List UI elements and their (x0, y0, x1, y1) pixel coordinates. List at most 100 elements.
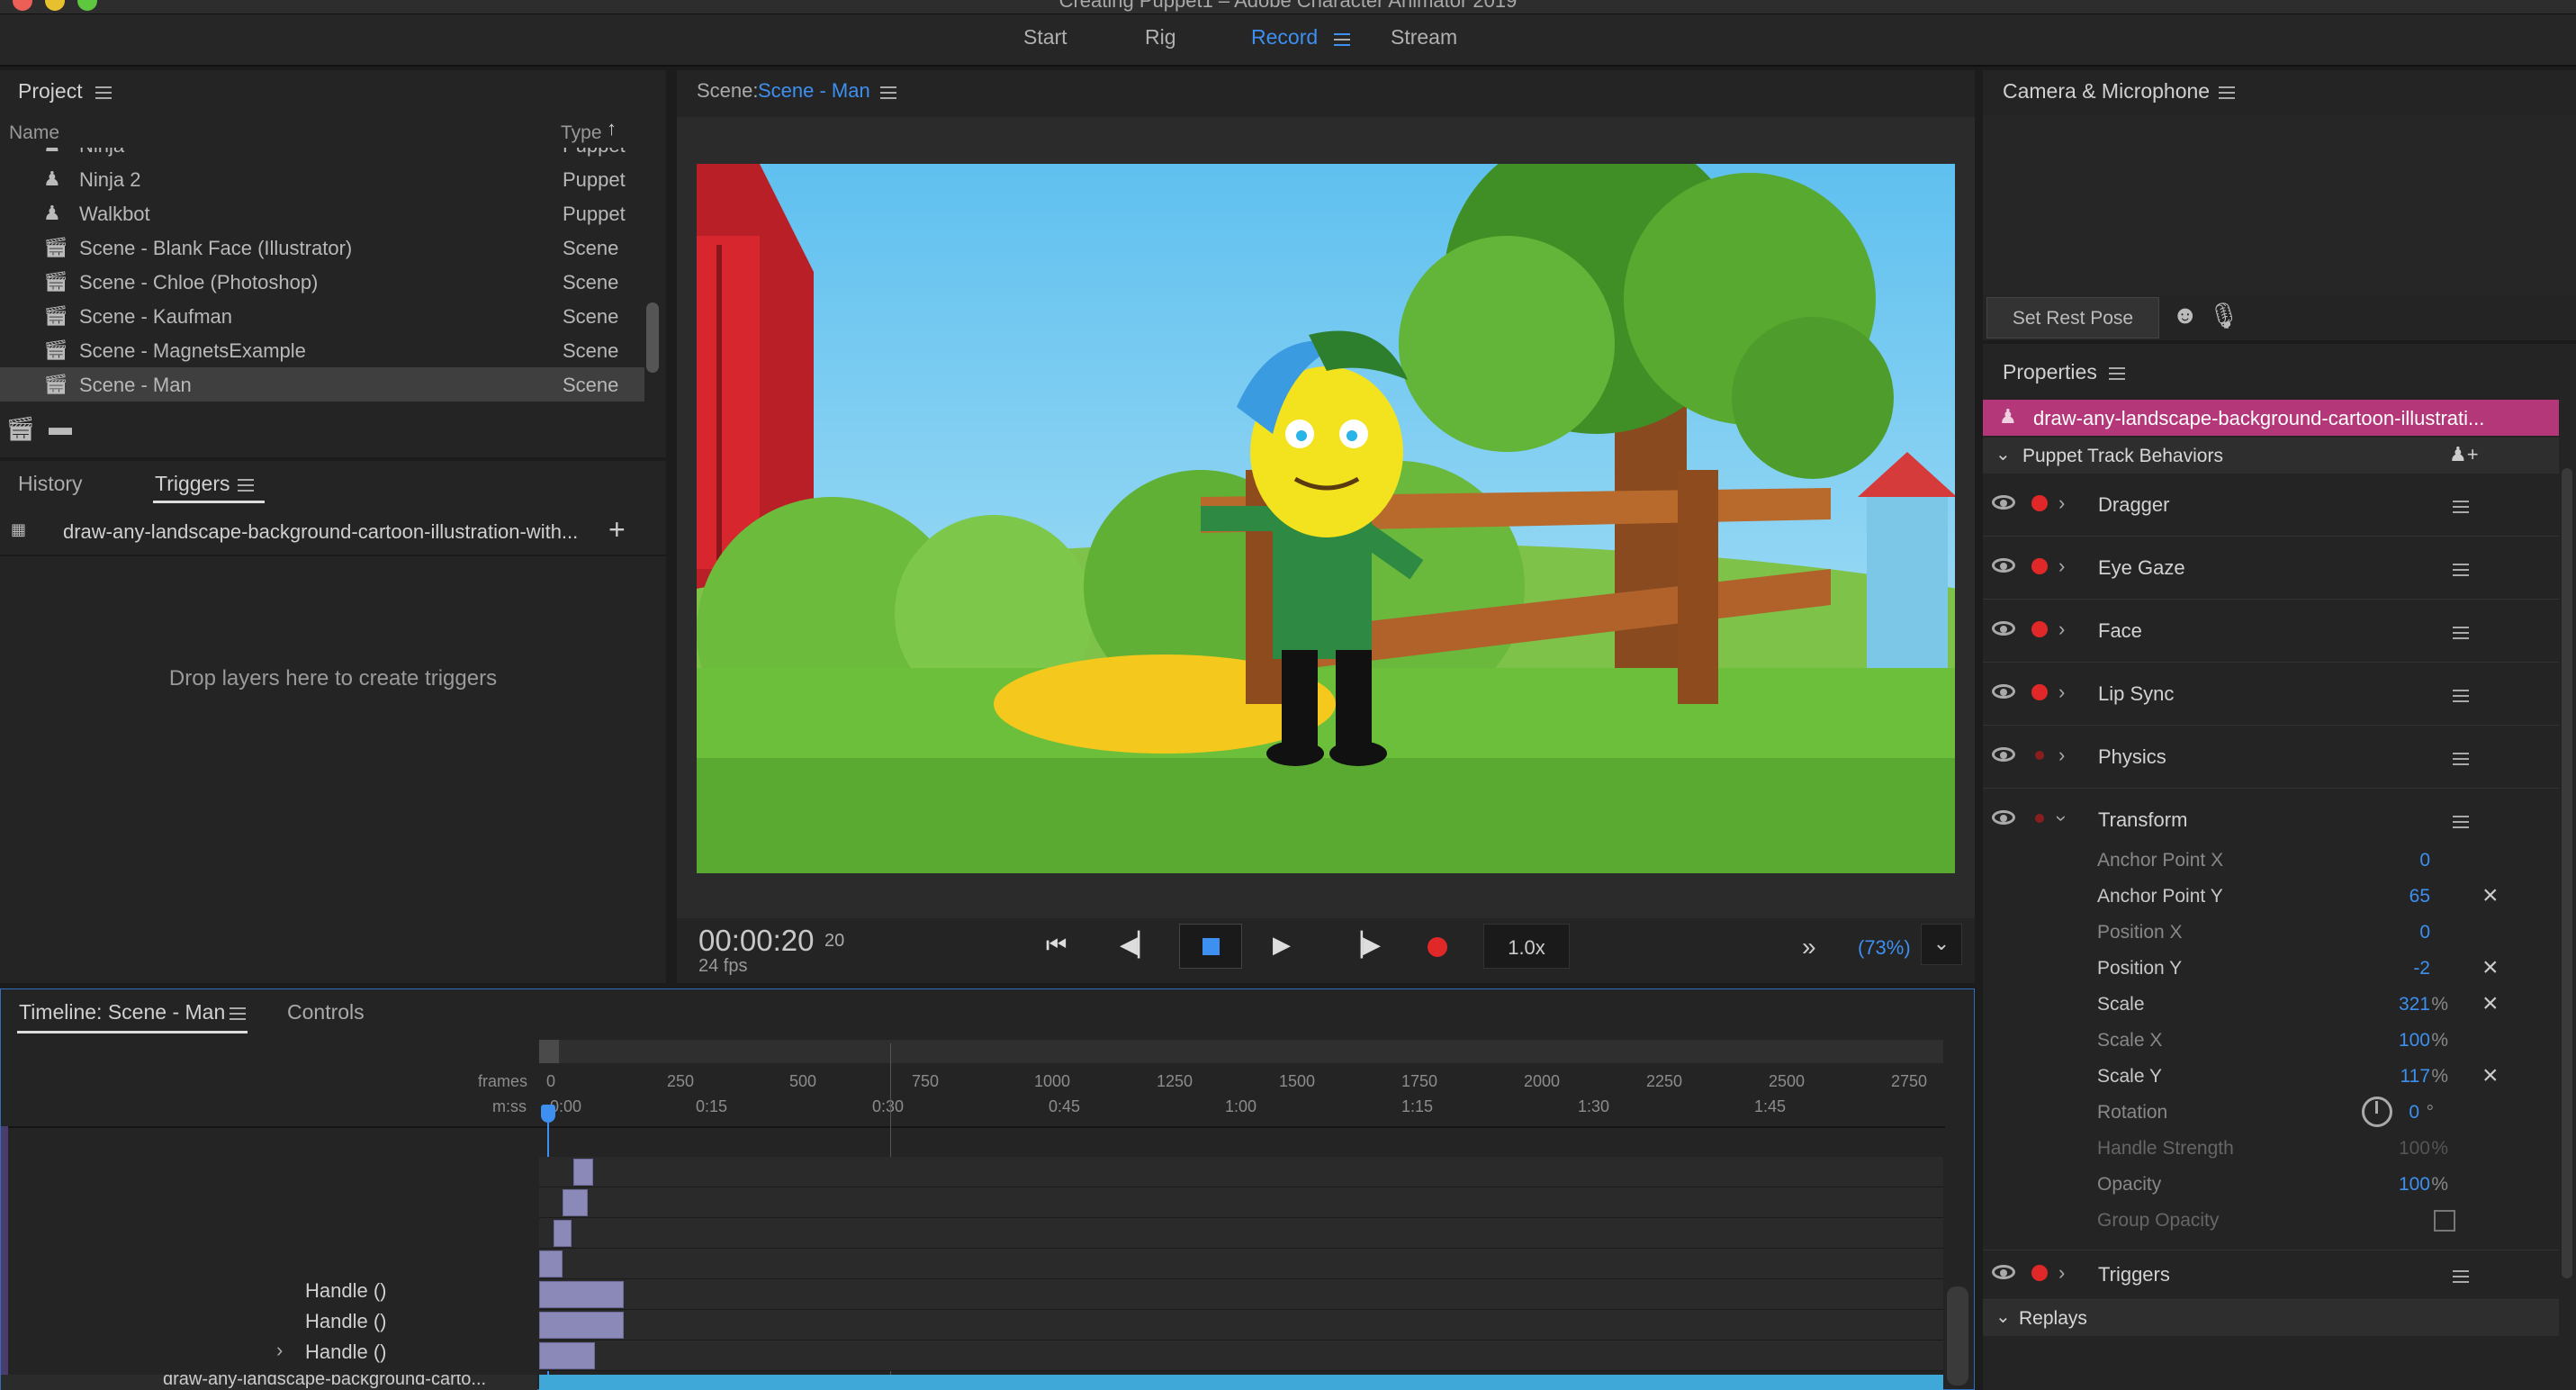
eye-icon[interactable] (1992, 558, 2015, 573)
track[interactable] (539, 1157, 1943, 1187)
add-behavior-icon[interactable]: ♟+ (2449, 443, 2479, 466)
eye-icon[interactable] (1992, 1265, 2015, 1279)
tab-stream[interactable]: Stream (1391, 25, 1457, 50)
timecode[interactable]: 00:00:20 (698, 924, 814, 958)
tab-triggers[interactable]: Triggers (155, 472, 230, 496)
behavior-menu-icon[interactable] (2453, 814, 2469, 830)
record-arm-icon[interactable] (2031, 1265, 2048, 1281)
list-item[interactable]: 🎬︎ Scene - Kaufman Scene (0, 299, 644, 333)
project-menu-icon[interactable] (95, 85, 112, 101)
track[interactable] (539, 1340, 1943, 1371)
clear-icon[interactable]: × (2482, 880, 2499, 911)
tab-start[interactable]: Start (1023, 25, 1067, 50)
column-name[interactable]: Name (9, 122, 59, 144)
eye-icon[interactable] (1992, 495, 2015, 510)
eye-icon[interactable] (1992, 747, 2015, 762)
param-scale-x[interactable]: Scale X 100% (2097, 1023, 2475, 1059)
take-block[interactable] (539, 1250, 563, 1277)
param-group-opacity[interactable]: Group Opacity (2097, 1203, 2475, 1239)
column-type[interactable]: Type (561, 122, 602, 144)
record-arm-icon[interactable] (2031, 558, 2048, 574)
param-anchor-point-x[interactable]: Anchor Point X0 (2097, 843, 2475, 879)
chevron-right-icon[interactable]: › (2058, 492, 2065, 515)
record-arm-icon[interactable] (2031, 684, 2048, 700)
clear-icon[interactable]: × (2482, 952, 2499, 983)
take-block[interactable] (573, 1159, 593, 1186)
set-rest-pose-button[interactable]: Set Rest Pose (1986, 297, 2159, 338)
eye-icon[interactable] (1992, 684, 2015, 699)
timeline-scrollbar[interactable] (1947, 1286, 1968, 1385)
param-anchor-point-y[interactable]: Anchor Point Y 65 × (2097, 879, 2499, 915)
go-to-start-icon[interactable]: ⏮︎ (1046, 931, 1067, 960)
zoom-dropdown[interactable]: ⌄ (1921, 924, 1962, 965)
track-label-handle[interactable]: Handle () (305, 1340, 386, 1364)
timeline-scroll-bar[interactable] (539, 1040, 1943, 1063)
bottom-layer-row[interactable]: draw-any-landscape-background-carto... (1, 1375, 537, 1390)
group-opacity-checkbox[interactable] (2434, 1210, 2455, 1232)
new-scene-icon[interactable]: 🎬︎ (5, 415, 35, 443)
behavior-menu-icon[interactable] (2453, 751, 2469, 767)
step-back-icon[interactable]: ◀︎▏ (1120, 931, 1156, 959)
param-rotation[interactable]: Rotation 0 ° (2097, 1095, 2475, 1131)
tab-controls[interactable]: Controls (287, 1000, 365, 1024)
chevron-right-icon[interactable]: › (2058, 744, 2065, 767)
properties-scrollbar[interactable] (2562, 468, 2572, 1278)
timeline-menu-icon[interactable] (230, 1006, 246, 1022)
chevron-down-icon[interactable]: › (2050, 815, 2074, 821)
behavior-menu-icon[interactable] (2453, 688, 2469, 704)
list-item[interactable]: 🎬︎ Scene - Blank Face (Illustrator) Scene (0, 230, 644, 265)
param-position-x[interactable]: Position X0 (2097, 915, 2475, 951)
stop-button[interactable] (1179, 924, 1242, 969)
list-item-selected[interactable]: 🎬︎ Scene - Man Scene (0, 367, 644, 402)
record-arm-icon[interactable] (2035, 814, 2044, 823)
playback-speed[interactable]: 1.0x (1483, 924, 1570, 969)
behavior-dragger[interactable]: › Dragger (1983, 475, 2559, 537)
eye-icon[interactable] (1992, 621, 2015, 636)
take-block[interactable] (539, 1342, 595, 1369)
param-opacity[interactable]: Opacity 100% (2097, 1167, 2475, 1203)
sort-ascending-icon[interactable]: ↑ (607, 117, 617, 140)
record-arm-icon[interactable] (2031, 495, 2048, 511)
timeline-title[interactable]: Timeline: Scene - Man (19, 1000, 225, 1024)
chevron-right-icon[interactable]: › (2058, 1261, 2065, 1285)
puppet-track-behaviors-header[interactable]: ⌄ Puppet Track Behaviors ♟+ (1983, 438, 2559, 474)
take-block[interactable] (563, 1189, 588, 1216)
take-block[interactable] (539, 1281, 624, 1308)
playhead[interactable] (541, 1105, 555, 1123)
behavior-menu-icon[interactable] (2453, 625, 2469, 641)
behavior-menu-icon[interactable] (2453, 562, 2469, 578)
track-label-handle[interactable]: Handle () (305, 1310, 386, 1333)
selected-layer-bar[interactable]: ♟ draw-any-landscape-background-cartoon-… (1983, 400, 2559, 436)
layer-duration-bar[interactable] (539, 1375, 1943, 1390)
zoom-handle[interactable] (539, 1040, 559, 1063)
new-folder-icon[interactable]: ▬ (49, 413, 72, 441)
step-forward-icon[interactable]: ▕▶︎ (1345, 931, 1381, 959)
chevron-right-icon[interactable]: › (276, 1339, 283, 1362)
track[interactable] (539, 1279, 1943, 1310)
list-item[interactable]: 🎬︎ Scene - MagnetsExample Scene (0, 333, 644, 367)
behavior-triggers[interactable]: › Triggers (1983, 1250, 2559, 1300)
scene-canvas[interactable] (697, 164, 1955, 873)
chevron-right-icon[interactable]: › (2058, 618, 2065, 641)
record-button[interactable] (1428, 937, 1447, 957)
expand-icon[interactable]: » (1802, 933, 1816, 961)
add-trigger-button[interactable]: + (608, 513, 626, 546)
take-block[interactable] (554, 1220, 572, 1247)
trigger-layer-name[interactable]: draw-any-landscape-background-cartoon-il… (63, 520, 578, 544)
eye-icon[interactable] (1992, 810, 2015, 825)
behavior-physics[interactable]: › Physics (1983, 727, 2559, 789)
record-mode-menu-icon[interactable] (1334, 32, 1350, 48)
behavior-lip-sync[interactable]: › Lip Sync (1983, 664, 2559, 726)
tab-rig[interactable]: Rig (1145, 25, 1176, 50)
properties-menu-icon[interactable] (2109, 366, 2125, 382)
track[interactable] (539, 1218, 1943, 1249)
scene-name[interactable]: Scene - Man (758, 79, 870, 103)
behavior-face[interactable]: › Face (1983, 601, 2559, 663)
track[interactable] (539, 1310, 1943, 1340)
behavior-menu-icon[interactable] (2453, 1268, 2469, 1285)
behavior-eye-gaze[interactable]: › Eye Gaze (1983, 538, 2559, 600)
chevron-right-icon[interactable]: › (2058, 681, 2065, 704)
list-item[interactable]: ♟ Ninja 2 Puppet (0, 162, 644, 196)
track-label-handle[interactable]: Handle () (305, 1279, 386, 1303)
scene-menu-icon[interactable] (880, 85, 896, 101)
